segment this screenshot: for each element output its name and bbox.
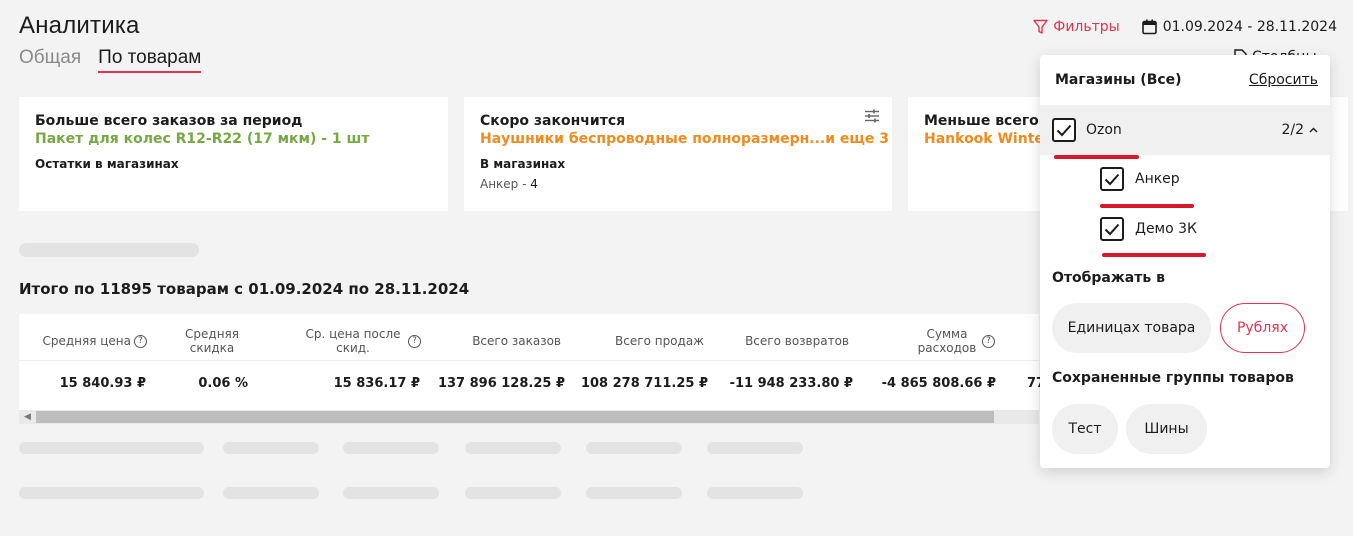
filters-button[interactable]: Фильтры — [1033, 19, 1120, 35]
groups-section-title: Сохраненные группы товаров — [1052, 370, 1294, 386]
card-running-out: Скоро закончится Наушники беспроводные п… — [464, 97, 892, 211]
table-divider — [19, 360, 1039, 361]
skeleton-row — [19, 487, 204, 499]
table-cell: 108 278 711.25 ₽ — [580, 376, 708, 391]
skeleton-row — [19, 442, 204, 454]
display-units-button[interactable]: Единицах товара — [1052, 303, 1211, 353]
store-checkbox[interactable] — [1100, 167, 1124, 191]
store-stock-value: 4 — [530, 177, 538, 191]
reset-link[interactable]: Сбросить — [1249, 72, 1318, 88]
column-header: Средняя цена? — [29, 322, 147, 360]
calendar-icon — [1141, 19, 1157, 35]
table-cell: 15 836.17 ₽ — [333, 376, 420, 391]
skeleton-row — [343, 487, 439, 499]
store-name: Анкер — [1135, 171, 1180, 187]
annotation-underline — [1054, 155, 1139, 159]
ozon-checkbox[interactable] — [1052, 118, 1076, 142]
store-name: Демо 3К — [1135, 221, 1197, 237]
card-more-link[interactable]: и еще 3 — [825, 131, 889, 147]
chevron-up-icon[interactable] — [1309, 127, 1318, 133]
table-cell: -4 865 808.66 ₽ — [881, 376, 996, 391]
settings-sliders-icon[interactable] — [864, 109, 880, 127]
scroll-thumb[interactable] — [36, 411, 994, 423]
column-header: Средняя скидка — [185, 326, 239, 355]
display-section-title: Отображать в — [1052, 270, 1165, 286]
horizontal-scrollbar[interactable]: ◀ — [19, 410, 1039, 424]
table-cell: 0.06 % — [198, 376, 248, 391]
check-icon — [1056, 124, 1072, 136]
skeleton-row — [465, 442, 561, 454]
card-product-link[interactable]: Наушники беспроводные полноразмерн... — [480, 131, 825, 147]
page-title: Аналитика — [19, 12, 140, 39]
skeleton-row — [707, 442, 803, 454]
help-icon[interactable]: ? — [408, 334, 421, 348]
card-stock-label: В магазинах — [480, 157, 566, 171]
annotation-underline — [1100, 204, 1194, 208]
skeleton-row — [586, 487, 682, 499]
table-cell: 137 896 128.25 ₽ — [437, 376, 565, 391]
marketplace-count: 2/2 — [1281, 122, 1318, 138]
column-header: Всего заказов — [472, 333, 561, 348]
store-item-demo[interactable]: Демо 3К — [1100, 217, 1197, 241]
column-header: Всего продаж — [615, 333, 704, 348]
help-icon[interactable]: ? — [982, 334, 995, 348]
marketplace-row-ozon[interactable]: Ozon 2/2 — [1040, 105, 1330, 155]
check-icon — [1104, 173, 1120, 185]
card-title: Больше всего заказов за период — [35, 113, 303, 129]
annotation-underline — [1102, 253, 1206, 257]
column-header: Ср. цена после скид.? — [301, 322, 421, 360]
date-range-picker[interactable]: 01.09.2024 - 28.11.2024 — [1141, 19, 1337, 35]
card-product-link[interactable]: Пакет для колес R12-R22 (17 мкм) - 1 шт — [35, 131, 432, 147]
filter-icon — [1033, 19, 1048, 34]
skeleton-row — [586, 442, 682, 454]
card-stock-label: Остатки в магазинах — [35, 157, 179, 171]
skeleton-row — [343, 442, 439, 454]
header-actions: Фильтры 01.09.2024 - 28.11.2024 — [1033, 19, 1337, 35]
skeleton-row — [223, 487, 319, 499]
group-tires-button[interactable]: Шины — [1126, 404, 1207, 454]
skeleton-row — [707, 487, 803, 499]
tab-general[interactable]: Общая — [19, 47, 81, 73]
store-checkbox[interactable] — [1100, 217, 1124, 241]
display-rubles-button[interactable]: Рублях — [1220, 303, 1305, 353]
card-store-stock: Анкер - 4 — [480, 177, 538, 191]
skeleton-row — [465, 487, 561, 499]
stores-title: Магазины (Все) — [1055, 72, 1182, 88]
summary-title: Итого по 11895 товарам с 01.09.2024 по 2… — [19, 280, 470, 298]
table-cell: -11 948 233.80 ₽ — [729, 376, 853, 391]
card-title: Скоро закончится — [480, 113, 626, 129]
store-item-anker[interactable]: Анкер — [1100, 167, 1180, 191]
filters-label: Фильтры — [1053, 19, 1120, 35]
filters-popover: Магазины (Все) Сбросить Ozon 2/2 Анкер Д… — [1040, 55, 1330, 468]
card-most-orders: Больше всего заказов за период Пакет для… — [19, 97, 448, 211]
skeleton-row — [223, 442, 319, 454]
column-header: Всего возвратов — [745, 333, 849, 348]
check-icon — [1104, 223, 1120, 235]
store-name: Анкер — [480, 177, 519, 191]
stores-header: Магазины (Все) Сбросить — [1055, 72, 1318, 88]
column-header: Сумма расходов? — [909, 322, 995, 360]
tabs: Общая По товарам — [19, 47, 202, 73]
marketplace-name: Ozon — [1086, 122, 1122, 138]
totals-table: Средняя цена? Средняя скидка Ср. цена по… — [19, 314, 1045, 410]
group-test-button[interactable]: Тест — [1052, 404, 1118, 454]
date-range-value: 01.09.2024 - 28.11.2024 — [1162, 19, 1337, 35]
scroll-left-icon[interactable]: ◀ — [24, 412, 31, 422]
help-icon[interactable]: ? — [134, 334, 147, 348]
tab-by-products[interactable]: По товарам — [98, 47, 202, 73]
table-cell: 15 840.93 ₽ — [59, 376, 146, 391]
skeleton-bar — [19, 243, 199, 257]
